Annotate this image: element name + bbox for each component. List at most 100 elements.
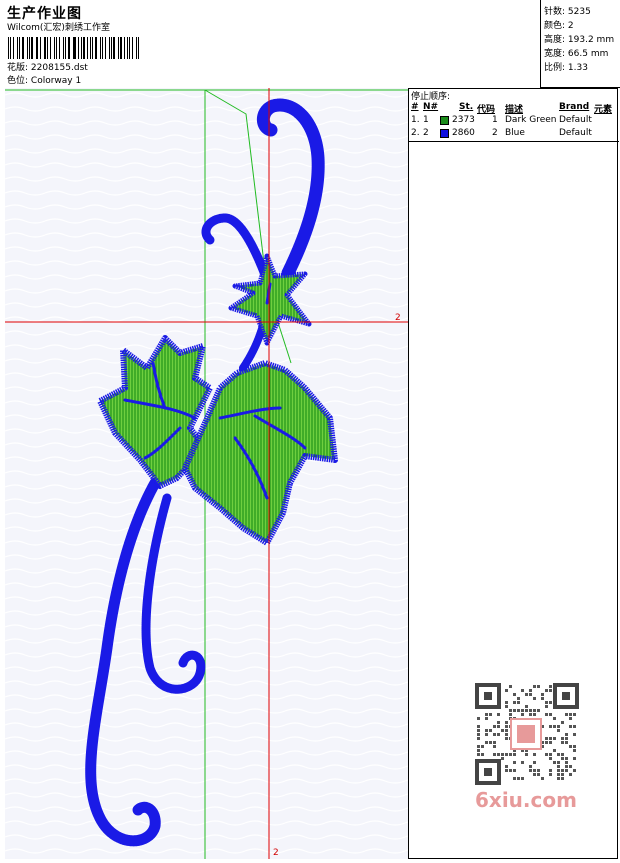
- barcode-bar: [95, 37, 98, 59]
- color-swatch-dark-green: [440, 116, 449, 125]
- barcode-bar: [90, 37, 91, 59]
- qr-module: [533, 753, 536, 756]
- qr-module: [505, 701, 508, 704]
- qr-module: [561, 753, 564, 756]
- qr-module: [517, 701, 520, 704]
- qr-module: [513, 701, 516, 704]
- qr-module: [569, 745, 572, 748]
- qr-module: [497, 725, 500, 728]
- barcode-bar: [37, 37, 38, 59]
- barcode-bar: [47, 37, 49, 59]
- colorway-label: 色位:: [7, 76, 29, 86]
- stat-width: 宽度: 66.5 mm: [544, 49, 609, 59]
- qr-module: [477, 749, 480, 752]
- qr-module: [477, 729, 480, 732]
- qr-module: [505, 733, 508, 736]
- qr-module: [573, 733, 576, 736]
- design-value: 2208155.dst: [30, 63, 88, 73]
- barcode-bar: [123, 37, 125, 59]
- col-hash: #: [411, 102, 419, 112]
- qr-module: [569, 765, 572, 768]
- qr-module: [553, 737, 556, 740]
- qr-module: [537, 709, 540, 712]
- barcode-bar: [13, 37, 14, 59]
- design-info: 花版: 2208155.dst: [7, 63, 88, 74]
- qr-module: [529, 765, 532, 768]
- qr-module: [537, 685, 540, 688]
- qr-module: [533, 709, 536, 712]
- barcode-bar: [113, 37, 115, 59]
- qr-module: [521, 689, 524, 692]
- barcode-bar: [31, 37, 33, 59]
- qr-module: [493, 733, 496, 736]
- colorway-info: 色位: Colorway 1: [7, 76, 81, 87]
- qr-module: [485, 729, 488, 732]
- barcode-bar: [81, 37, 83, 59]
- qr-module: [509, 753, 512, 756]
- qr-module: [533, 697, 536, 700]
- barcode-bar: [74, 37, 76, 59]
- qr-module: [489, 713, 492, 716]
- qr-module: [549, 685, 552, 688]
- qr-module: [493, 745, 496, 748]
- qr-module: [541, 777, 544, 780]
- qr-module: [497, 713, 500, 716]
- qr-module: [505, 689, 508, 692]
- qr-module: [549, 757, 552, 760]
- barcode-bar: [21, 37, 24, 59]
- barcode-bar: [83, 37, 85, 59]
- qr-module: [493, 741, 496, 744]
- company-name: Wilcom(汇宏)刺绣工作室: [7, 23, 110, 33]
- barcode: [8, 37, 141, 59]
- qr-module: [549, 725, 552, 728]
- col-code: 代码: [477, 105, 496, 115]
- stat-scale: 比例: 1.33: [544, 63, 588, 73]
- qr-module: [489, 741, 492, 744]
- qr-module: [533, 761, 536, 764]
- qr-module: [569, 713, 572, 716]
- stat-colors: 颜色: 2: [544, 21, 574, 31]
- qr-module: [573, 749, 576, 752]
- qr-module: [545, 705, 548, 708]
- barcode-bar: [132, 37, 133, 59]
- qr-module: [521, 761, 524, 764]
- qr-module: [509, 685, 512, 688]
- qr-module: [565, 765, 568, 768]
- qr-module: [513, 709, 516, 712]
- qr-module: [529, 713, 532, 716]
- qr-module: [509, 709, 512, 712]
- qr-module: [477, 733, 480, 736]
- qr-module: [561, 757, 564, 760]
- qr-module: [509, 713, 512, 716]
- qr-module: [545, 689, 548, 692]
- qr-module: [573, 769, 576, 772]
- qr-module: [485, 741, 488, 744]
- qr-module: [545, 741, 548, 744]
- barcode-bar: [44, 37, 47, 59]
- qr-module: [517, 697, 520, 700]
- barcode-bar: [40, 37, 42, 59]
- qr-module: [533, 769, 536, 772]
- stop-sequence-panel: 停止顺序: # N# St. 代码 描述 Brand 元素 1. 1 2373 …: [409, 88, 619, 142]
- col-element: 元素: [594, 105, 613, 115]
- qr-module: [477, 737, 480, 740]
- qr-module: [561, 769, 564, 772]
- qr-module: [533, 773, 536, 776]
- qr-code: [471, 681, 585, 787]
- qr-module: [509, 769, 512, 772]
- qr-module: [549, 769, 552, 772]
- barcode-bar: [86, 37, 88, 59]
- barcode-bar: [119, 37, 122, 59]
- qr-module: [493, 725, 496, 728]
- qr-module: [505, 765, 508, 768]
- qr-module: [513, 761, 516, 764]
- qr-module: [565, 757, 568, 760]
- qr-module: [549, 737, 552, 740]
- color-swatch-blue: [440, 129, 449, 138]
- qr-module: [557, 753, 560, 756]
- qr-module: [557, 777, 560, 780]
- qr-module: [541, 697, 544, 700]
- qr-module: [533, 685, 536, 688]
- qr-module: [501, 729, 504, 732]
- qr-module: [529, 689, 532, 692]
